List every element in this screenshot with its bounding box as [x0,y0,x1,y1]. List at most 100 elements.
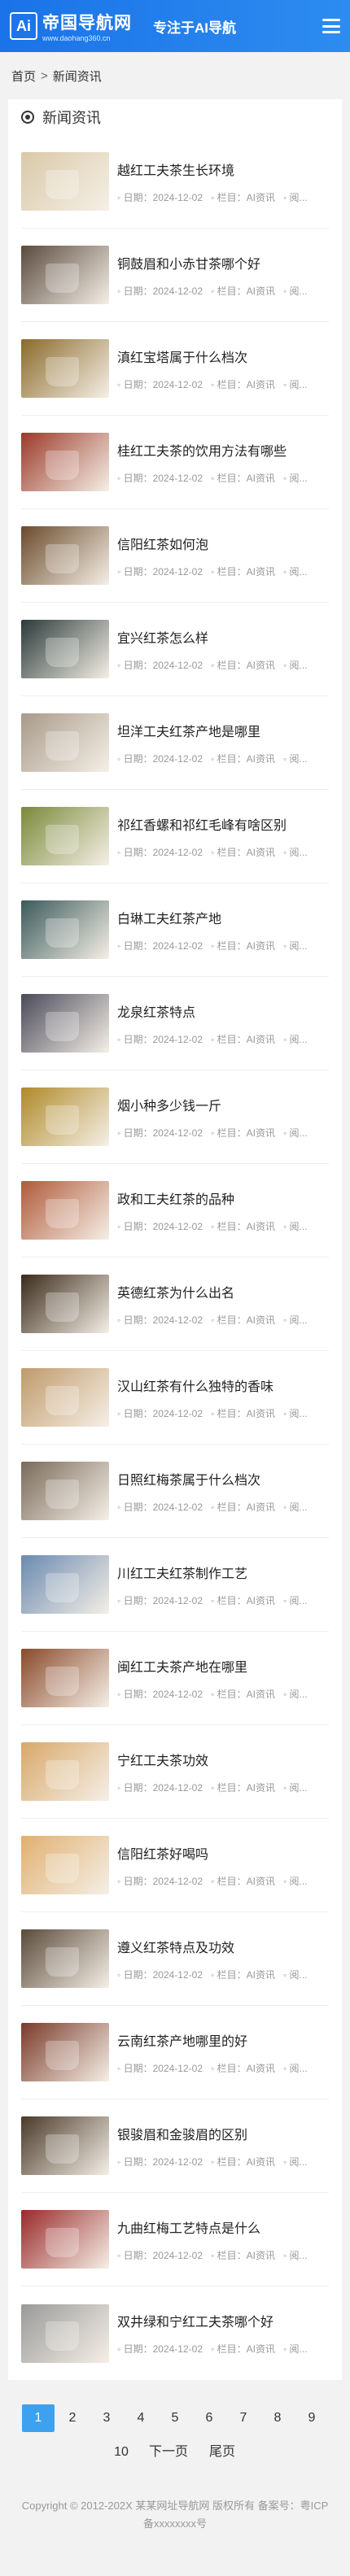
article-thumbnail[interactable] [21,339,109,398]
article-title[interactable]: 祁红香螺和祁红毛峰有啥区别 [117,814,329,834]
article-views: 阅... [283,1032,308,1046]
article-thumbnail[interactable] [21,1836,109,1894]
last-page-link[interactable]: 尾页 [199,2439,245,2466]
breadcrumb-home[interactable]: 首页 [11,68,36,85]
article-item[interactable]: 宁红工夫茶功效日期：2024-12-02 栏目：AI资讯阅... [21,1725,329,1819]
page-link[interactable]: 9 [295,2404,328,2432]
article-thumbnail[interactable] [21,900,109,959]
article-item[interactable]: 烟小种多少钱一斤日期：2024-12-02 栏目：AI资讯阅... [21,1070,329,1164]
article-thumbnail[interactable] [21,1368,109,1427]
article-item[interactable]: 银骏眉和金骏眉的区别日期：2024-12-02 栏目：AI资讯阅... [21,2099,329,2193]
article-item[interactable]: 川红工夫红茶制作工艺日期：2024-12-02 栏目：AI资讯阅... [21,1538,329,1632]
article-title[interactable]: 遵义红茶特点及功效 [117,1937,329,1956]
article-thumbnail[interactable] [21,2116,109,2175]
article-item[interactable]: 信阳红茶如何泡日期：2024-12-02 栏目：AI资讯阅... [21,509,329,603]
article-item[interactable]: 祁红香螺和祁红毛峰有啥区别日期：2024-12-02 栏目：AI资讯阅... [21,790,329,883]
article-thumbnail[interactable] [21,2304,109,2363]
article-item[interactable]: 遵义红茶特点及功效日期：2024-12-02 栏目：AI资讯阅... [21,1912,329,2006]
article-title[interactable]: 信阳红茶好喝吗 [117,1843,329,1863]
article-title[interactable]: 滇红宝塔属于什么档次 [117,347,329,366]
menu-icon[interactable] [322,19,340,33]
article-thumbnail[interactable] [21,433,109,491]
article-meta: 日期：2024-12-02 栏目：AI资讯阅... [117,1968,329,1981]
article-info: 龙泉红茶特点日期：2024-12-02 栏目：AI资讯阅... [117,1001,329,1046]
article-meta: 日期：2024-12-02 栏目：AI资讯阅... [117,1781,329,1794]
article-thumbnail[interactable] [21,1181,109,1240]
article-item[interactable]: 信阳红茶好喝吗日期：2024-12-02 栏目：AI资讯阅... [21,1819,329,1912]
article-title[interactable]: 云南红茶产地哪里的好 [117,2030,329,2050]
article-thumbnail[interactable] [21,526,109,585]
article-item[interactable]: 宜兴红茶怎么样日期：2024-12-02 栏目：AI资讯阅... [21,603,329,696]
article-thumbnail[interactable] [21,1462,109,1520]
article-title[interactable]: 闽红工夫茶产地在哪里 [117,1656,329,1676]
page-link[interactable]: 10 [105,2439,138,2466]
page-link[interactable]: 1 [22,2404,55,2432]
article-item[interactable]: 坦洋工夫红茶产地是哪里日期：2024-12-02 栏目：AI资讯阅... [21,696,329,790]
article-thumbnail[interactable] [21,2023,109,2081]
page-link[interactable]: 6 [193,2404,225,2432]
article-title[interactable]: 汉山红茶有什么独特的香味 [117,1375,329,1395]
article-title[interactable]: 铜鼓眉和小赤甘茶哪个好 [117,253,329,272]
article-title[interactable]: 双井绿和宁红工夫茶哪个好 [117,2311,329,2330]
page-link[interactable]: 3 [90,2404,123,2432]
article-title[interactable]: 坦洋工夫红茶产地是哪里 [117,721,329,740]
article-item[interactable]: 越红工夫茶生长环境日期：2024-12-02 栏目：AI资讯阅... [21,135,329,229]
article-info: 闽红工夫茶产地在哪里日期：2024-12-02 栏目：AI资讯阅... [117,1656,329,1701]
article-item[interactable]: 桂红工夫茶的饮用方法有哪些日期：2024-12-02 栏目：AI资讯阅... [21,416,329,509]
article-thumbnail[interactable] [21,994,109,1053]
article-thumbnail[interactable] [21,1929,109,1988]
article-item[interactable]: 龙泉红茶特点日期：2024-12-02 栏目：AI资讯阅... [21,977,329,1070]
article-item[interactable]: 汉山红茶有什么独特的香味日期：2024-12-02 栏目：AI资讯阅... [21,1351,329,1445]
article-title[interactable]: 川红工夫红茶制作工艺 [117,1563,329,1582]
article-thumbnail[interactable] [21,2210,109,2269]
article-title[interactable]: 烟小种多少钱一斤 [117,1095,329,1114]
article-thumbnail[interactable] [21,1649,109,1707]
breadcrumb-current[interactable]: 新闻资讯 [53,68,102,85]
next-page-link[interactable]: 下一页 [139,2439,198,2466]
article-title[interactable]: 白琳工夫红茶产地 [117,908,329,927]
article-item[interactable]: 日照红梅茶属于什么档次日期：2024-12-02 栏目：AI资讯阅... [21,1445,329,1538]
article-info: 祁红香螺和祁红毛峰有啥区别日期：2024-12-02 栏目：AI资讯阅... [117,814,329,859]
article-title[interactable]: 龙泉红茶特点 [117,1001,329,1021]
article-views: 阅... [283,752,308,765]
article-thumbnail[interactable] [21,807,109,865]
article-thumbnail[interactable] [21,713,109,772]
article-thumbnail[interactable] [21,620,109,678]
article-item[interactable]: 英德红茶为什么出名日期：2024-12-02 栏目：AI资讯阅... [21,1257,329,1351]
page-link[interactable]: 2 [56,2404,89,2432]
article-title[interactable]: 越红工夫茶生长环境 [117,159,329,179]
article-title[interactable]: 信阳红茶如何泡 [117,534,329,553]
article-meta: 日期：2024-12-02 栏目：AI资讯阅... [117,284,329,298]
article-views: 阅... [283,1593,308,1607]
article-title[interactable]: 日照红梅茶属于什么档次 [117,1469,329,1489]
article-title[interactable]: 英德红茶为什么出名 [117,1282,329,1301]
article-thumbnail[interactable] [21,152,109,211]
article-title[interactable]: 九曲红梅工艺特点是什么 [117,2217,329,2237]
logo[interactable]: Ai 帝国导航网 www.daohang360.cn [10,10,132,42]
article-thumbnail[interactable] [21,246,109,304]
article-meta: 日期：2024-12-02 栏目：AI资讯阅... [117,471,329,485]
article-thumbnail[interactable] [21,1087,109,1146]
article-title[interactable]: 宁红工夫茶功效 [117,1750,329,1769]
article-item[interactable]: 白琳工夫红茶产地日期：2024-12-02 栏目：AI资讯阅... [21,883,329,977]
article-title[interactable]: 桂红工夫茶的饮用方法有哪些 [117,440,329,460]
article-title[interactable]: 银骏眉和金骏眉的区别 [117,2124,329,2143]
article-item[interactable]: 滇红宝塔属于什么档次日期：2024-12-02 栏目：AI资讯阅... [21,322,329,416]
page-link[interactable]: 5 [159,2404,191,2432]
breadcrumb: 首页 > 新闻资讯 [0,52,350,99]
page-link[interactable]: 4 [125,2404,157,2432]
page-link[interactable]: 8 [261,2404,294,2432]
article-thumbnail[interactable] [21,1555,109,1614]
article-item[interactable]: 铜鼓眉和小赤甘茶哪个好日期：2024-12-02 栏目：AI资讯阅... [21,229,329,322]
article-item[interactable]: 九曲红梅工艺特点是什么日期：2024-12-02 栏目：AI资讯阅... [21,2193,329,2286]
article-thumbnail[interactable] [21,1742,109,1801]
page-link[interactable]: 7 [227,2404,260,2432]
article-title[interactable]: 政和工夫红茶的品种 [117,1188,329,1208]
article-item[interactable]: 闽红工夫茶产地在哪里日期：2024-12-02 栏目：AI资讯阅... [21,1632,329,1725]
article-item[interactable]: 政和工夫红茶的品种日期：2024-12-02 栏目：AI资讯阅... [21,1164,329,1257]
article-info: 桂红工夫茶的饮用方法有哪些日期：2024-12-02 栏目：AI资讯阅... [117,440,329,485]
article-title[interactable]: 宜兴红茶怎么样 [117,627,329,647]
article-item[interactable]: 云南红茶产地哪里的好日期：2024-12-02 栏目：AI资讯阅... [21,2006,329,2099]
article-item[interactable]: 双井绿和宁红工夫茶哪个好日期：2024-12-02 栏目：AI资讯阅... [21,2286,329,2380]
article-thumbnail[interactable] [21,1275,109,1333]
